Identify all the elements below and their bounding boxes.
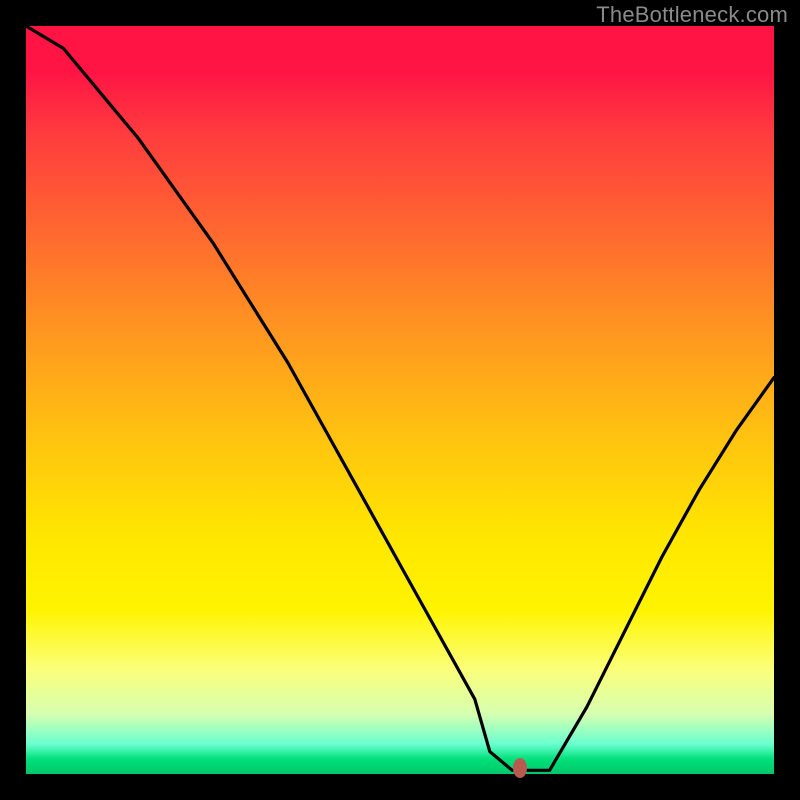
watermark-text: TheBottleneck.com bbox=[596, 2, 788, 28]
curve-svg bbox=[26, 26, 774, 774]
bottleneck-curve-path bbox=[26, 26, 774, 770]
chart-frame: TheBottleneck.com bbox=[0, 0, 800, 800]
plot-area bbox=[26, 26, 774, 774]
optimal-marker bbox=[513, 758, 527, 778]
